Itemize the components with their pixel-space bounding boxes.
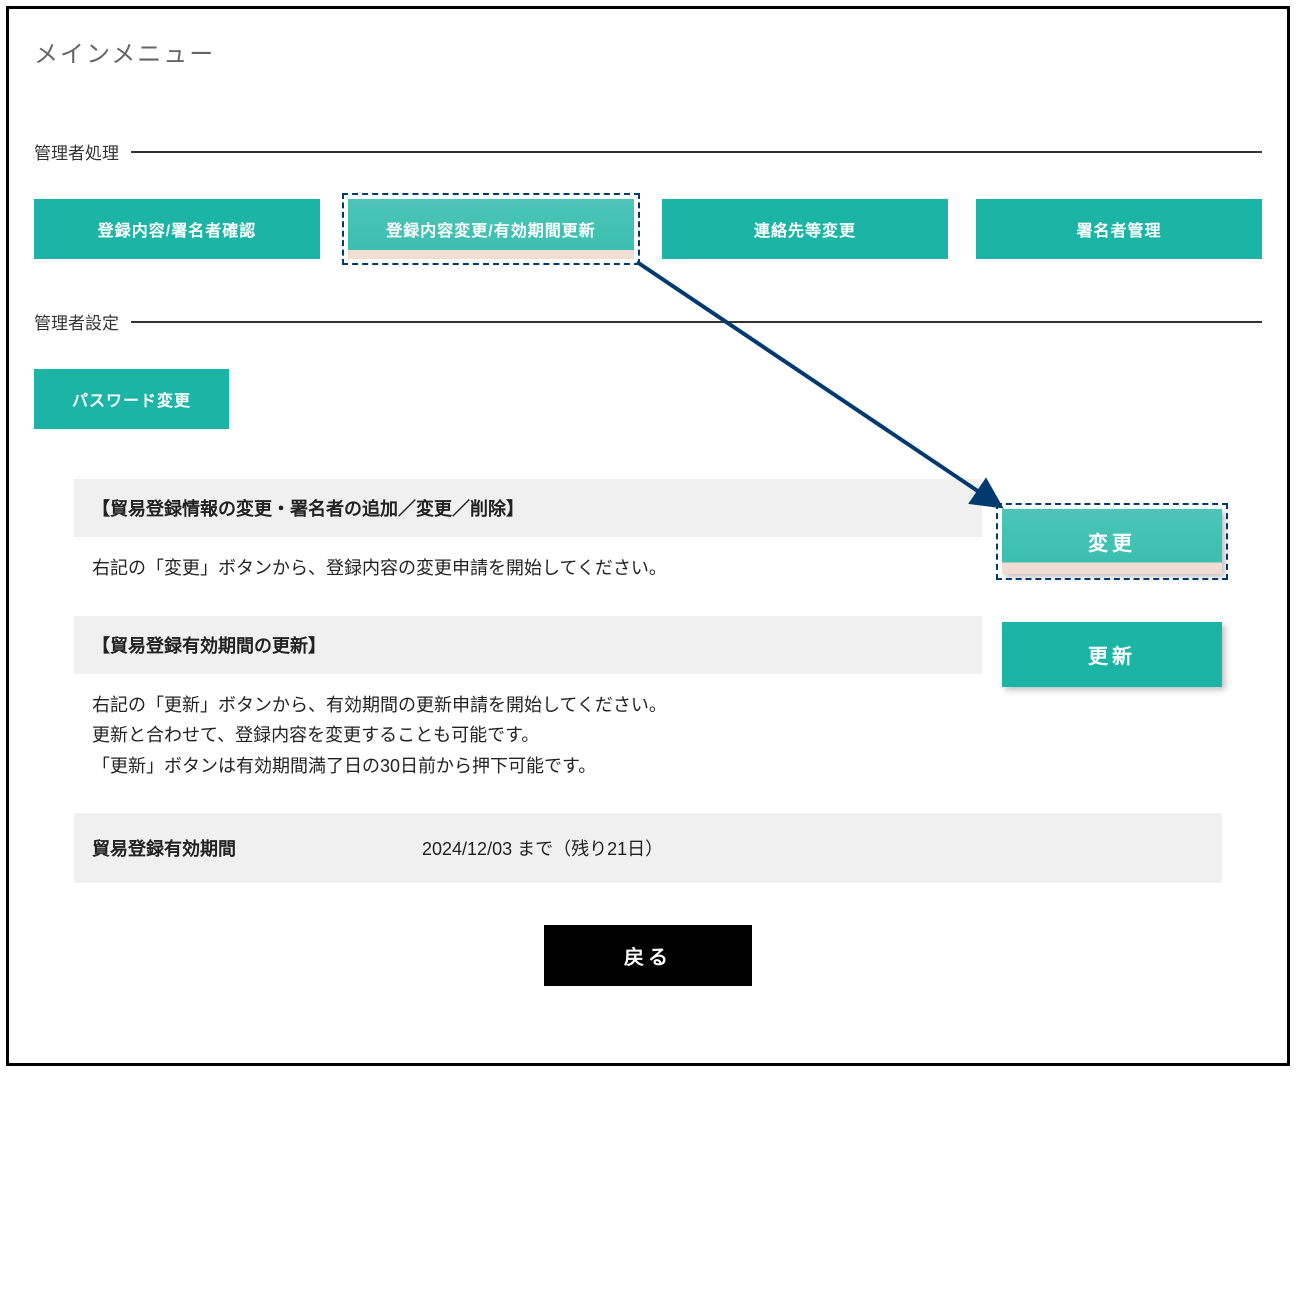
trade-renew-desc: 右記の「更新」ボタンから、有効期間の更新申請を開始してください。 更新と合わせて… (74, 674, 982, 802)
change-button[interactable]: 変更 (1002, 509, 1222, 574)
password-change-button[interactable]: パスワード変更 (34, 369, 229, 429)
section-admin-process-label: 管理者処理 (34, 139, 131, 164)
confirm-registration-button[interactable]: 登録内容/署名者確認 (34, 199, 320, 259)
section-admin-settings-header: 管理者設定 (34, 309, 1262, 334)
trade-renew-row: 【貿易登録有効期間の更新】 右記の「更新」ボタンから、有効期間の更新申請を開始し… (74, 616, 1222, 802)
validity-label: 貿易登録有効期間 (74, 813, 404, 883)
annotation-arrow-icon (9, 9, 10, 10)
admin-process-buttons: 登録内容/署名者確認 登録内容変更/有効期間更新 連絡先等変更 署名者管理 (34, 199, 1262, 259)
section-admin-settings-label: 管理者設定 (34, 309, 131, 334)
trade-renew-header: 【貿易登録有効期間の更新】 (74, 616, 982, 674)
section-admin-process-header: 管理者処理 (34, 139, 1262, 164)
change-update-button[interactable]: 登録内容変更/有効期間更新 (348, 199, 634, 259)
renew-desc-line1: 右記の「更新」ボタンから、有効期間の更新申請を開始してください。 (92, 690, 964, 721)
renew-button[interactable]: 更新 (1002, 622, 1222, 687)
back-button[interactable]: 戻る (544, 925, 752, 986)
divider (131, 321, 1262, 323)
signer-manage-button[interactable]: 署名者管理 (976, 199, 1262, 259)
validity-row: 貿易登録有効期間 2024/12/03 まで（残り21日） (74, 813, 1222, 883)
trade-change-header: 【貿易登録情報の変更・署名者の追加／変更／削除】 (74, 479, 982, 537)
renew-desc-line2: 更新と合わせて、登録内容を変更することも可能です。 (92, 720, 964, 751)
trade-change-desc: 右記の「変更」ボタンから、登録内容の変更申請を開始してください。 (74, 537, 982, 604)
trade-change-row: 【貿易登録情報の変更・署名者の追加／変更／削除】 右記の「変更」ボタンから、登録… (74, 479, 1222, 604)
page-title: メインメニュー (34, 34, 1262, 69)
trade-content-area: 【貿易登録情報の変更・署名者の追加／変更／削除】 右記の「変更」ボタンから、登録… (74, 479, 1222, 986)
validity-value: 2024/12/03 まで（残り21日） (404, 813, 1222, 883)
divider (131, 151, 1262, 153)
renew-desc-line3: 「更新」ボタンは有効期間満了日の30日前から押下可能です。 (92, 751, 964, 782)
contact-change-button[interactable]: 連絡先等変更 (662, 199, 948, 259)
